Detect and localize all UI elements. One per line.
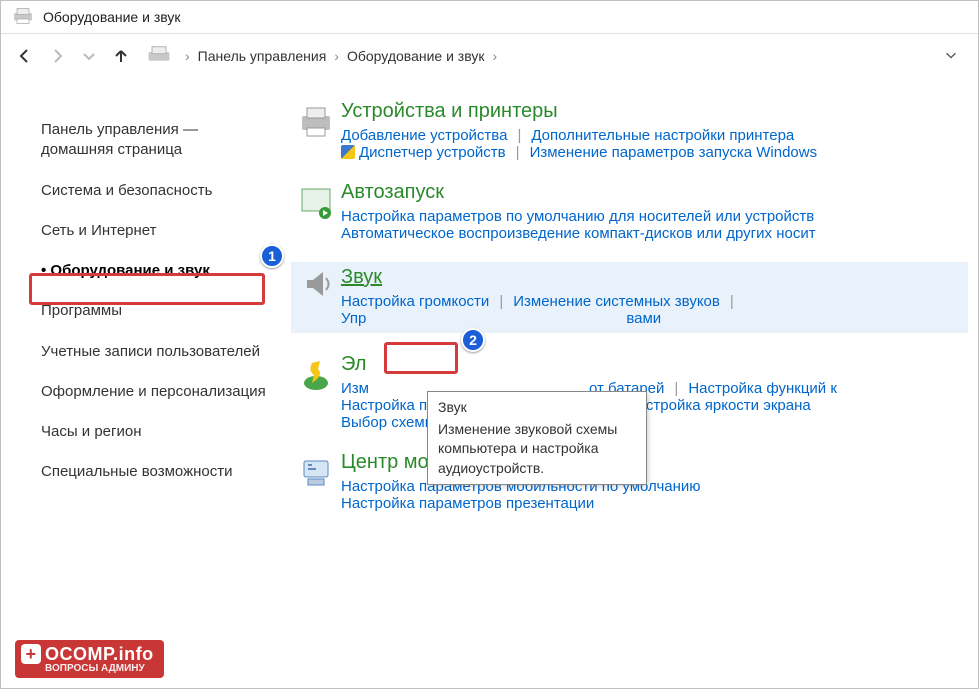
tooltip-body: Изменение звуковой схемы компьютера и на…: [438, 420, 636, 479]
sidebar: Панель управления — домашняя страница Си…: [1, 100, 291, 542]
link-manage-audio-devices-partial-right[interactable]: вами: [626, 310, 661, 327]
link-separator: |: [720, 293, 744, 310]
link-separator: |: [507, 127, 531, 144]
link-startup-settings[interactable]: Изменение параметров запуска Windows: [530, 144, 818, 161]
speaker-icon: [291, 262, 341, 333]
section-title-sound[interactable]: Звук: [341, 266, 382, 289]
nav-bar: › Панель управления › Оборудование и зву…: [1, 34, 978, 80]
link-power-functions[interactable]: Настройка функций к: [688, 380, 837, 397]
tooltip-gap: [366, 310, 626, 327]
sidebar-item-label: Оформление и персонализация: [41, 383, 266, 400]
printer-icon: [11, 7, 35, 27]
window-title: Оборудование и звук: [43, 9, 181, 25]
title-bar: Оборудование и звук: [1, 1, 978, 34]
breadcrumb-root-icon[interactable]: [145, 45, 173, 67]
sidebar-item-home[interactable]: Панель управления — домашняя страница: [41, 110, 271, 171]
link-separator: |: [506, 144, 530, 161]
link-system-sounds[interactable]: Изменение системных звуков: [513, 293, 720, 310]
section-sound: Звук Настройка громкости| Изменение сист…: [291, 262, 968, 333]
link-power-brightness[interactable]: Настройка яркости экрана: [627, 397, 811, 414]
watermark-sub: ВОПРОСЫ АДМИНУ: [45, 663, 154, 674]
section-autoplay: Автозапуск Настройка параметров по умолч…: [291, 181, 968, 242]
sidebar-item-accounts[interactable]: Учетные записи пользователей: [41, 332, 271, 372]
nav-forward-button[interactable]: [43, 42, 71, 70]
power-icon: [291, 353, 341, 431]
link-mobility-presentation[interactable]: Настройка параметров презентации: [341, 495, 594, 512]
link-manage-audio-devices-partial-left[interactable]: Упр: [341, 310, 366, 327]
autoplay-icon: [291, 181, 341, 242]
link-autoplay-cd[interactable]: Автоматическое воспроизведение компакт-д…: [341, 225, 816, 242]
watermark-brand: OCOMP.info: [45, 644, 154, 664]
watermark: OCOMP.info ВОПРОСЫ АДМИНУ: [15, 640, 164, 678]
sidebar-item-programs[interactable]: Программы: [41, 291, 271, 331]
mobility-icon: [291, 451, 341, 512]
chevron-right-icon[interactable]: ›: [332, 48, 341, 64]
section-title-devices[interactable]: Устройства и принтеры: [341, 100, 558, 123]
nav-up-button[interactable]: [107, 42, 135, 70]
breadcrumb-item-control-panel[interactable]: Панель управления: [192, 46, 333, 66]
sidebar-item-label: Часы и регион: [41, 423, 142, 440]
sidebar-item-label: Система и безопасность: [41, 182, 212, 199]
section-title-power[interactable]: Эл: [341, 353, 366, 376]
link-device-manager[interactable]: Диспетчер устройств: [341, 144, 506, 161]
link-volume[interactable]: Настройка громкости: [341, 293, 489, 310]
sidebar-item-network[interactable]: Сеть и Интернет: [41, 211, 271, 251]
nav-back-button[interactable]: [11, 42, 39, 70]
nav-recent-dropdown[interactable]: [75, 42, 103, 70]
sidebar-item-appearance[interactable]: Оформление и персонализация: [41, 372, 271, 412]
section-title-autoplay[interactable]: Автозапуск: [341, 181, 444, 204]
link-separator: |: [489, 293, 513, 310]
sidebar-item-label: Оборудование и звук: [50, 262, 209, 279]
link-autoplay-defaults[interactable]: Настройка параметров по умолчанию для но…: [341, 208, 814, 225]
sidebar-item-label: Программы: [41, 302, 122, 319]
sidebar-item-clock[interactable]: Часы и регион: [41, 412, 271, 452]
breadcrumb-dropdown-icon[interactable]: [944, 48, 958, 65]
sidebar-item-hardware-sound[interactable]: • Оборудование и звук: [41, 251, 271, 291]
breadcrumb-item-hardware-sound[interactable]: Оборудование и звук: [341, 46, 491, 66]
chevron-right-icon[interactable]: ›: [490, 48, 499, 64]
tooltip: Звук Изменение звуковой схемы компьютера…: [427, 391, 647, 485]
link-power-change-partial[interactable]: Изм: [341, 380, 369, 397]
printer-icon: [291, 100, 341, 161]
chevron-right-icon[interactable]: ›: [183, 48, 192, 64]
sidebar-item-ease[interactable]: Специальные возможности: [41, 452, 271, 492]
breadcrumb[interactable]: › Панель управления › Оборудование и зву…: [183, 46, 968, 66]
sidebar-item-label: Сеть и Интернет: [41, 222, 157, 239]
sidebar-item-label: Панель управления — домашняя страница: [41, 121, 198, 158]
link-separator: |: [664, 380, 688, 397]
sidebar-item-label: Учетные записи пользователей: [41, 343, 260, 360]
sidebar-item-system[interactable]: Система и безопасность: [41, 171, 271, 211]
sidebar-item-label: Специальные возможности: [41, 463, 233, 480]
link-add-device[interactable]: Добавление устройства: [341, 127, 507, 144]
tooltip-title: Звук: [438, 398, 636, 418]
section-devices-printers: Устройства и принтеры Добавление устройс…: [291, 100, 968, 161]
link-advanced-printer[interactable]: Дополнительные настройки принтера: [531, 127, 794, 144]
